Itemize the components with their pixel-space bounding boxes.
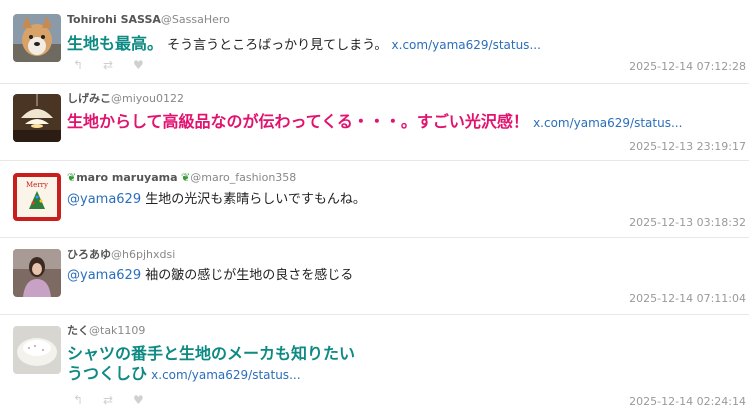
tweet: Merry ❦maro maruyama ❦@maro_fashion358 @… — [0, 161, 749, 238]
avatar[interactable] — [13, 326, 61, 374]
highlight-text: うつくしひ — [67, 364, 148, 383]
avatar[interactable] — [13, 249, 61, 297]
tweet-link[interactable]: x.com/yama629/status... — [151, 368, 300, 382]
tweet: Tohirohi SASSA@SassaHero 生地も最高。 そう言うところば… — [0, 0, 749, 84]
avatar[interactable] — [13, 94, 61, 142]
lamp-avatar-icon — [13, 94, 61, 142]
timestamp[interactable]: 2025-12-14 07:12:28 — [629, 60, 746, 73]
tweet-header: Tohirohi SASSA@SassaHero — [67, 13, 230, 27]
tweet-body: 生地からして高級品なのが伝わってくる・・・。すごい光沢感！ x.com/yama… — [67, 112, 739, 134]
tweet-body: @yama629 生地の光沢も素晴らしいですもんね。 — [67, 190, 739, 210]
tweet: たく@tak1109 シャツの番手と生地のメーカも知りたい うつくしひ x.co… — [0, 315, 749, 415]
tweet-text: そう言うところばっかり見てしまう。 — [167, 38, 388, 53]
mention[interactable]: @yama629 — [67, 192, 141, 207]
reply-icon[interactable]: ↰ — [73, 58, 103, 72]
object-avatar-icon — [13, 326, 61, 374]
user-name[interactable]: ひろあゆ — [67, 248, 111, 261]
user-name[interactable]: Tohirohi SASSA — [67, 13, 161, 26]
tweet: ひろあゆ@h6pjhxdsi @yama629 袖の皺の感じが生地の良さを感じる… — [0, 238, 749, 315]
svg-text:Merry: Merry — [26, 181, 48, 189]
leaf-icon: ❦ — [181, 171, 191, 184]
tweet-text: 生地の光沢も素晴らしいですもんね。 — [145, 192, 366, 207]
highlight-text: 生地も最高。 — [67, 34, 164, 53]
avatar[interactable] — [13, 14, 61, 62]
tweet-header: しげみこ@miyou0122 — [67, 92, 184, 106]
like-icon[interactable]: ♥ — [133, 58, 163, 72]
user-handle[interactable]: @SassaHero — [161, 13, 230, 26]
dog-avatar-icon — [13, 14, 61, 62]
tweet-actions: ↰ ⇄ ♥ — [73, 58, 163, 72]
tweet-text: 袖の皺の感じが生地の良さを感じる — [145, 268, 354, 283]
highlight-text: シャツの番手と生地のメーカも知りたい — [67, 344, 356, 363]
timestamp[interactable]: 2025-12-14 02:24:14 — [629, 395, 746, 408]
retweet-icon[interactable]: ⇄ — [103, 393, 133, 407]
user-handle[interactable]: @h6pjhxdsi — [111, 248, 175, 261]
leaf-icon: ❦ — [67, 171, 77, 184]
christmas-card-avatar-icon: Merry — [13, 173, 61, 221]
reply-icon[interactable]: ↰ — [73, 393, 103, 407]
user-handle[interactable]: @miyou0122 — [111, 92, 184, 105]
highlight-text: 生地からして高級品なのが伝わってくる・・・。すごい光沢感！ — [67, 112, 529, 131]
tweet-body: シャツの番手と生地のメーカも知りたい うつくしひ x.com/yama629/s… — [67, 344, 739, 386]
timestamp[interactable]: 2025-12-13 03:18:32 — [629, 216, 746, 229]
avatar[interactable]: Merry — [13, 173, 61, 221]
user-name[interactable]: しげみこ — [67, 92, 111, 105]
user-handle[interactable]: @tak1109 — [89, 324, 145, 337]
tweet-header: たく@tak1109 — [67, 324, 145, 338]
tweet-header: ❦maro maruyama ❦@maro_fashion358 — [67, 171, 296, 185]
timestamp[interactable]: 2025-12-13 23:19:17 — [629, 140, 746, 153]
tweet-link[interactable]: x.com/yama629/status... — [392, 38, 541, 52]
tweet-actions: ↰ ⇄ ♥ — [73, 393, 163, 407]
mention[interactable]: @yama629 — [67, 268, 141, 283]
tweet-body: @yama629 袖の皺の感じが生地の良さを感じる — [67, 266, 739, 286]
user-handle[interactable]: @maro_fashion358 — [190, 171, 296, 184]
tweet-feed: Tohirohi SASSA@SassaHero 生地も最高。 そう言うところば… — [0, 0, 749, 415]
retweet-icon[interactable]: ⇄ — [103, 58, 133, 72]
person-avatar-icon — [13, 249, 61, 297]
timestamp[interactable]: 2025-12-14 07:11:04 — [629, 292, 746, 305]
like-icon[interactable]: ♥ — [133, 393, 163, 407]
tweet-body: 生地も最高。 そう言うところばっかり見てしまう。 x.com/yama629/s… — [67, 34, 739, 56]
tweet: しげみこ@miyou0122 生地からして高級品なのが伝わってくる・・・。すごい… — [0, 84, 749, 161]
tweet-link[interactable]: x.com/yama629/status... — [533, 116, 682, 130]
user-name[interactable]: maro maruyama — [76, 171, 177, 184]
tweet-header: ひろあゆ@h6pjhxdsi — [67, 248, 175, 262]
user-name[interactable]: たく — [67, 324, 89, 337]
